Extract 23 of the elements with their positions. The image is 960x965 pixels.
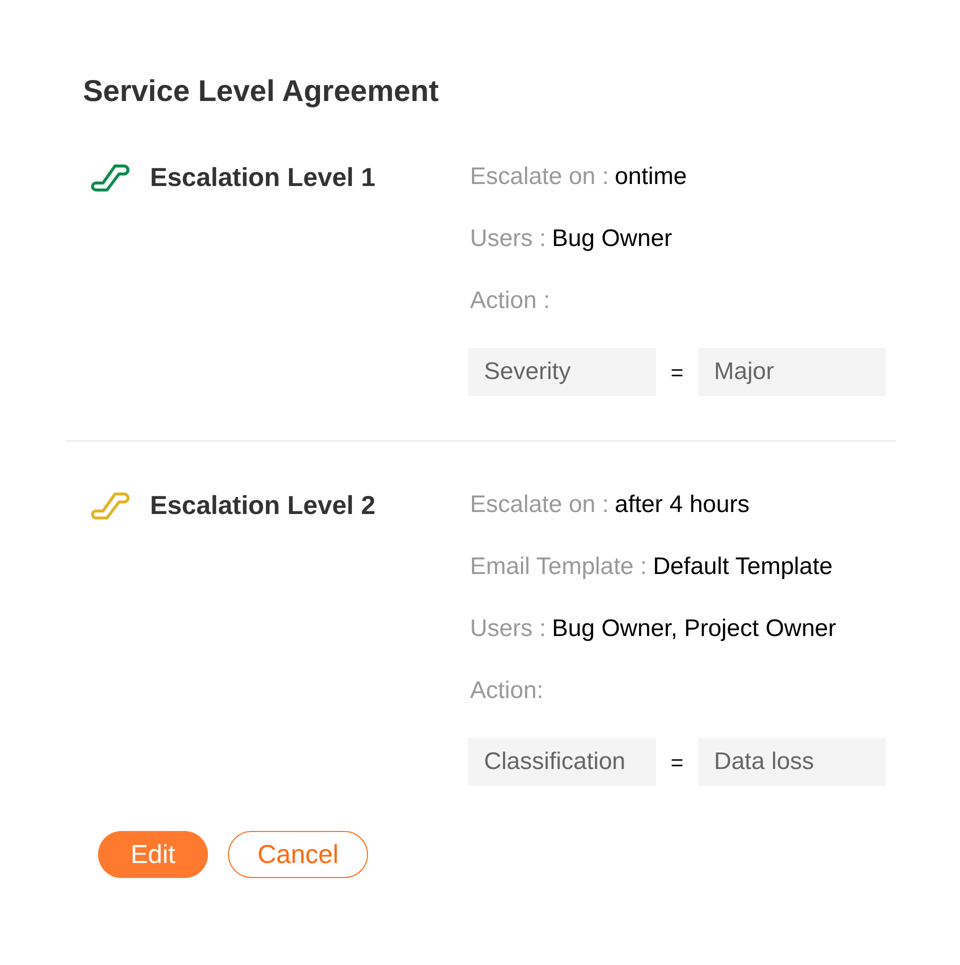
field-value: after 4 hours: [614, 490, 750, 520]
edit-button[interactable]: Edit: [98, 831, 208, 878]
operator-label: =: [670, 358, 684, 386]
field-value: Bug Owner: [552, 224, 672, 254]
operator-label: =: [670, 748, 684, 776]
page-title: Service Level Agreement: [83, 74, 440, 110]
field-label: Escalate on :: [470, 490, 609, 520]
condition-field: Severity: [468, 348, 656, 396]
field-label: Escalate on :: [470, 162, 609, 192]
field-value: Bug Owner, Project Owner: [552, 614, 836, 644]
level-title: Escalation Level 2: [150, 488, 376, 522]
condition-value: Major: [698, 348, 886, 396]
cancel-button[interactable]: Cancel: [228, 831, 368, 878]
condition-field: Classification: [468, 738, 656, 786]
field-value: ontime: [614, 162, 687, 192]
field-label: Users :: [470, 224, 546, 254]
field-label: Action :: [470, 286, 550, 316]
field-label: Users :: [470, 614, 546, 644]
field-label: Email Template :: [470, 552, 647, 582]
field-value: Default Template: [652, 552, 833, 582]
level-title: Escalation Level 1: [150, 160, 376, 194]
field-label: Action:: [470, 676, 544, 706]
condition-value: Data loss: [698, 738, 886, 786]
